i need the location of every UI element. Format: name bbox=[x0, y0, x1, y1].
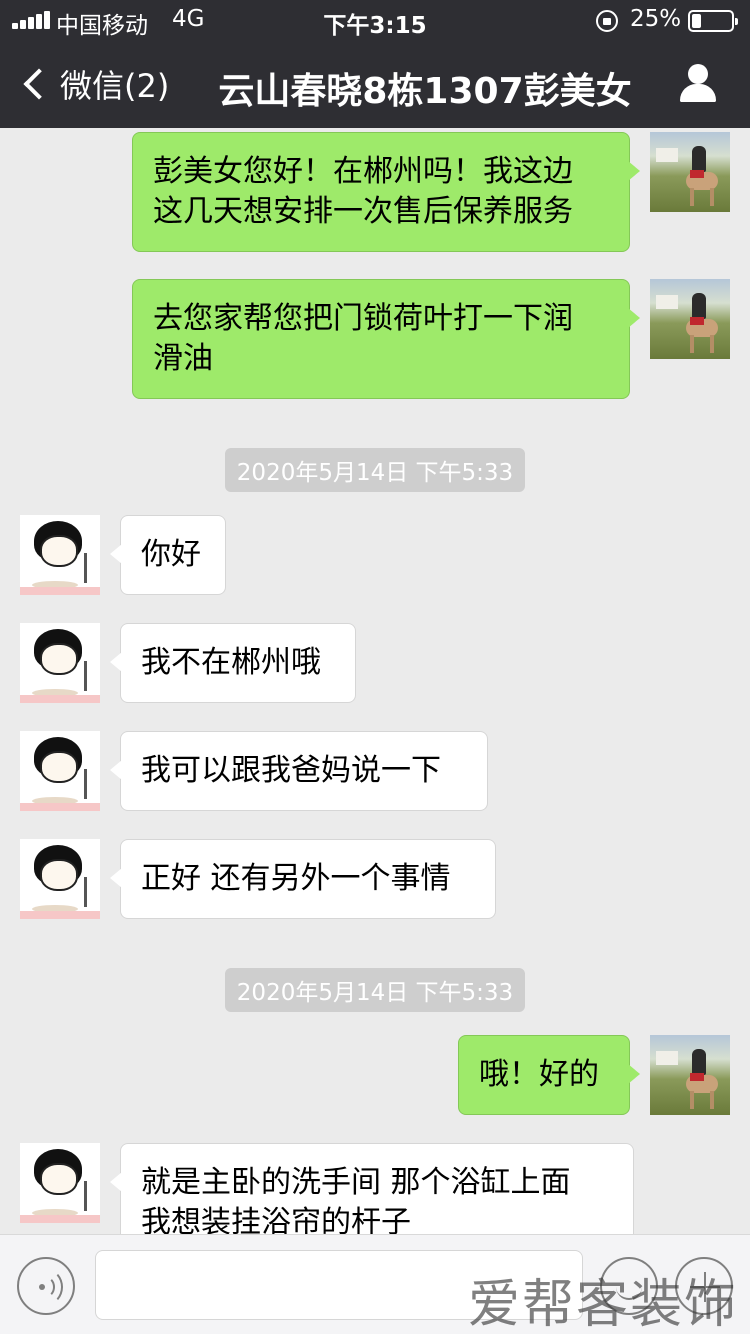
person-icon bbox=[688, 64, 708, 84]
message-line: 我不在郴州哦 bbox=[141, 645, 321, 680]
message-line: 去您家帮您把门锁荷叶打一下润 bbox=[153, 301, 573, 336]
message-bubble[interactable]: 我可以跟我爸妈说一下 bbox=[110, 731, 488, 811]
person-icon-body bbox=[680, 84, 716, 102]
contact-avatar[interactable] bbox=[20, 731, 100, 811]
message-bubble[interactable]: 去您家帮您把门锁荷叶打一下润 滑油 bbox=[132, 279, 640, 399]
chat-nav-bar: 微信(2) 云山春晓8栋1307彭美女 bbox=[0, 40, 750, 128]
message-line: 正好 还有另外一个事情 bbox=[141, 861, 451, 896]
contact-avatar[interactable] bbox=[20, 623, 100, 703]
watermark-text: 爱帮客装饰 bbox=[468, 1275, 739, 1334]
message-line: 我想装挂浴帘的杆子 bbox=[141, 1205, 411, 1234]
contact-avatar[interactable] bbox=[20, 839, 100, 919]
my-avatar[interactable] bbox=[650, 1035, 730, 1115]
message-bubble[interactable]: 彭美女您好！在郴州吗！我这边 这几天想安排一次售后保养服务 bbox=[132, 132, 640, 252]
message-bubble[interactable]: 正好 还有另外一个事情 bbox=[110, 839, 496, 919]
my-avatar[interactable] bbox=[650, 279, 730, 359]
battery-icon bbox=[688, 10, 738, 32]
message-bubble[interactable]: 我不在郴州哦 bbox=[110, 623, 356, 703]
message-list[interactable]: 彭美女您好！在郴州吗！我这边 这几天想安排一次售后保养服务 去您家帮您把门锁荷叶… bbox=[0, 128, 750, 1234]
my-avatar[interactable] bbox=[650, 132, 730, 212]
contact-avatar[interactable] bbox=[20, 515, 100, 595]
back-label: 微信(2) bbox=[60, 67, 170, 105]
message-bubble[interactable]: 你好 bbox=[110, 515, 226, 595]
contact-avatar[interactable] bbox=[20, 1143, 100, 1223]
chevron-left-icon bbox=[23, 68, 55, 100]
message-line: 我可以跟我爸妈说一下 bbox=[141, 753, 441, 788]
message-line: 这几天想安排一次售后保养服务 bbox=[153, 194, 573, 229]
timestamp-label: 2020年5月14日 下午5:33 bbox=[224, 968, 526, 1012]
message-line: 就是主卧的洗手间 那个浴缸上面 bbox=[141, 1165, 571, 1200]
top-bar: 中国移动 4G 下午3:15 25% 微信(2) 云山春晓8栋1307彭美女 bbox=[0, 0, 750, 128]
timestamp-label: 2020年5月14日 下午5:33 bbox=[224, 448, 526, 492]
message-line: 彭美女您好！在郴州吗！我这边 bbox=[153, 154, 573, 189]
rotation-lock-icon bbox=[596, 10, 618, 32]
back-button[interactable]: 微信(2) bbox=[18, 58, 169, 110]
voice-input-button[interactable] bbox=[17, 1257, 75, 1315]
message-bubble[interactable]: 哦！好的 bbox=[458, 1035, 640, 1115]
status-bar: 中国移动 4G 下午3:15 25% bbox=[0, 0, 750, 40]
voice-icon-arc bbox=[31, 1269, 63, 1305]
message-line: 哦！好的 bbox=[479, 1057, 599, 1092]
timestamp-divider: 2020年5月14日 下午5:33 bbox=[0, 448, 750, 492]
battery-percent: 25% bbox=[630, 6, 682, 32]
chat-title: 云山春晓8栋1307彭美女 bbox=[218, 71, 632, 112]
message-line: 你好 bbox=[141, 537, 201, 572]
message-bubble[interactable]: 就是主卧的洗手间 那个浴缸上面 我想装挂浴帘的杆子 bbox=[110, 1143, 634, 1234]
message-line: 滑油 bbox=[153, 341, 213, 376]
chat-info-button[interactable] bbox=[676, 62, 720, 106]
timestamp-divider: 2020年5月14日 下午5:33 bbox=[0, 968, 750, 1012]
